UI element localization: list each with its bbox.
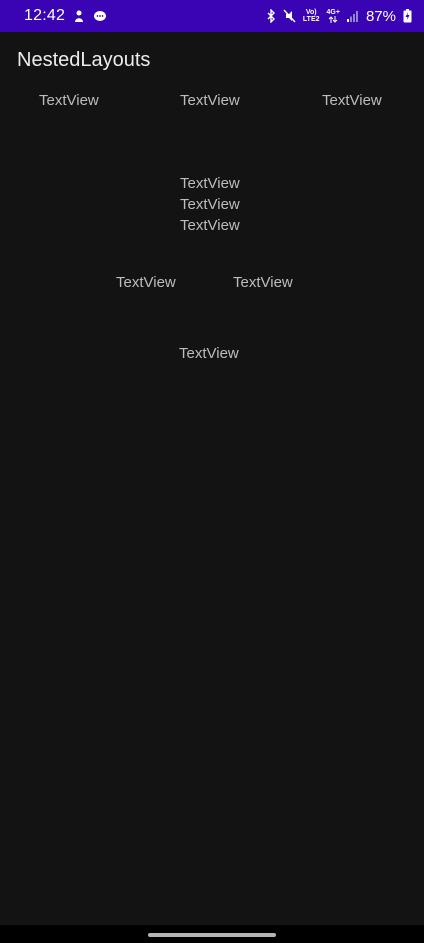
volte-icon: Vo) LTE2 [303, 9, 320, 23]
mobile-data-icon: 4G+ [327, 9, 340, 23]
chat-bubble-icon [93, 9, 107, 23]
row1-textview-2: TextView [180, 92, 240, 109]
status-right: Vo) LTE2 4G+ 87% [266, 8, 412, 25]
notification-app-icon [72, 9, 86, 23]
status-bar: 12:42 Vo) LTE2 4G+ 87% [0, 0, 424, 32]
signal-strength-icon [346, 10, 359, 22]
column-textview-2: TextView [180, 196, 240, 213]
status-time: 12:42 [24, 7, 66, 24]
home-gesture-handle[interactable] [148, 933, 276, 937]
row2-textview-1: TextView [116, 274, 176, 291]
app-title: NestedLayouts [17, 49, 151, 71]
bluetooth-icon [266, 9, 276, 23]
battery-charging-icon [403, 9, 412, 23]
status-left: 12:42 [24, 7, 107, 25]
lte-label: LTE2 [302, 16, 320, 23]
volte-label: Vo) [305, 9, 317, 16]
row1-textview-1: TextView [39, 92, 99, 109]
row2-textview-2: TextView [233, 274, 293, 291]
column-textview-3: TextView [180, 217, 240, 234]
single-textview: TextView [179, 345, 239, 362]
signal-gen-label: 4G+ [326, 9, 340, 16]
mute-icon [283, 9, 296, 23]
column-textview-1: TextView [180, 175, 240, 192]
battery-percent: 87% [365, 7, 396, 25]
row1-textview-3: TextView [322, 92, 382, 109]
